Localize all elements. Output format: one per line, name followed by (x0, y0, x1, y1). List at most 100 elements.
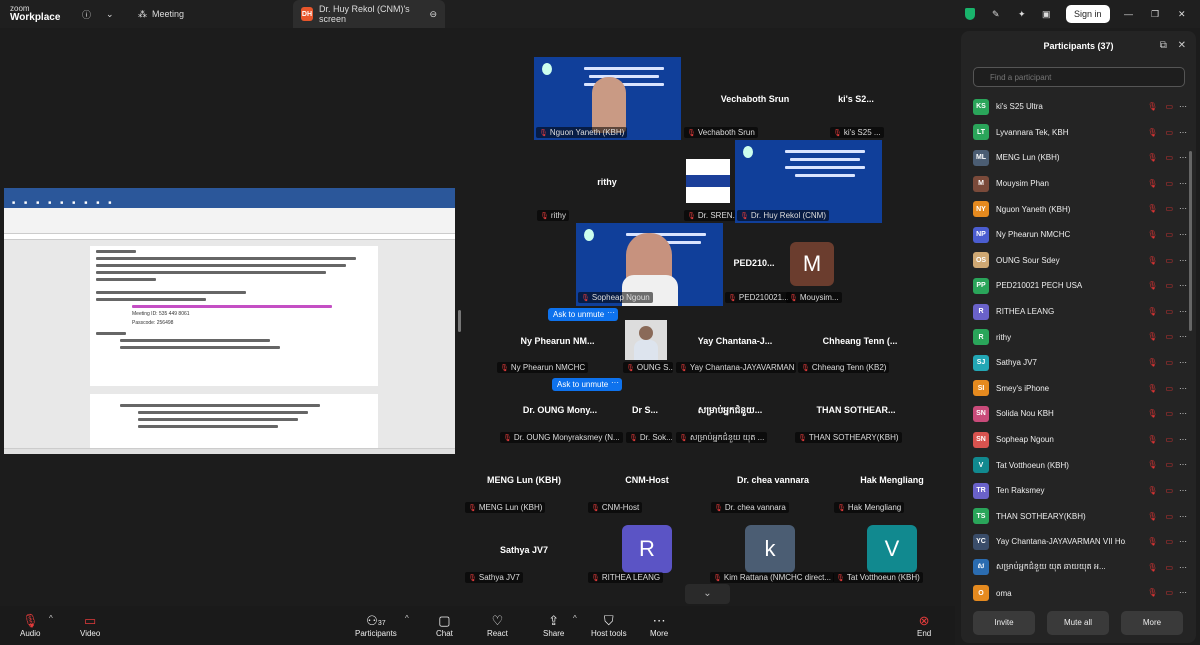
participant-row[interactable]: M Mouysim Phan 🎙 ▭ ⋯ (973, 171, 1187, 197)
participant-row[interactable]: SN Sopheap Ngoun 🎙 ▭ ⋯ (973, 427, 1187, 453)
ask-to-unmute-button[interactable]: Ask to unmute (548, 308, 610, 321)
participant-more-icon[interactable]: ⋯ (1179, 102, 1187, 111)
video-off-icon[interactable]: ▭ (1165, 460, 1173, 469)
muted-mic-icon[interactable]: 🎙 (1147, 153, 1157, 162)
tile-more-button[interactable]: ··· (608, 378, 622, 391)
muted-mic-icon[interactable]: 🎙 (1147, 102, 1157, 111)
ask-to-unmute-button[interactable]: Ask to unmute (552, 378, 614, 391)
annotate-icon[interactable]: ✎ (992, 0, 1000, 28)
muted-mic-icon[interactable]: 🎙 (1147, 563, 1157, 572)
video-button[interactable]: ▭ Video (80, 612, 100, 638)
video-off-icon[interactable]: ▭ (1165, 358, 1173, 367)
muted-mic-icon[interactable]: 🎙 (1147, 204, 1157, 213)
video-off-icon[interactable]: ▭ (1165, 153, 1173, 162)
video-off-icon[interactable]: ▭ (1165, 179, 1173, 188)
video-tile[interactable] (686, 159, 730, 203)
muted-mic-icon[interactable]: 🎙 (1147, 486, 1157, 495)
muted-mic-icon[interactable]: 🎙 (1147, 281, 1157, 290)
video-tile[interactable] (625, 320, 667, 360)
participant-more-icon[interactable]: ⋯ (1179, 256, 1187, 265)
video-off-icon[interactable]: ▭ (1165, 409, 1173, 418)
gallery-next-page-chevron-icon[interactable]: ⌄ (685, 584, 730, 604)
participant-more-icon[interactable]: ⋯ (1179, 460, 1187, 469)
muted-mic-icon[interactable]: 🎙 (1147, 588, 1157, 597)
info-icon[interactable]: ⓘ (82, 0, 91, 28)
layout-icon[interactable]: ▣ (1042, 0, 1051, 28)
more-button[interactable]: ⋯ More (650, 612, 668, 638)
participant-row[interactable]: SJ Sathya JV7 🎙 ▭ ⋯ (973, 350, 1187, 376)
muted-mic-icon[interactable]: 🎙 (1147, 537, 1157, 546)
participant-more-icon[interactable]: ⋯ (1179, 486, 1187, 495)
participant-avatar[interactable]: k (745, 525, 795, 573)
security-shield-icon[interactable] (965, 0, 975, 28)
chat-button[interactable]: ▢ Chat (436, 612, 453, 638)
video-off-icon[interactable]: ▭ (1165, 128, 1173, 137)
participant-row[interactable]: Ooma 🎙 ▭ ⋯ (973, 580, 1187, 606)
participant-more-icon[interactable]: ⋯ (1179, 179, 1187, 188)
video-off-icon[interactable]: ▭ (1165, 307, 1173, 316)
participant-more-icon[interactable]: ⋯ (1179, 307, 1187, 316)
video-off-icon[interactable]: ▭ (1165, 230, 1173, 239)
muted-mic-icon[interactable]: 🎙 (1147, 460, 1157, 469)
participant-more-icon[interactable]: ⋯ (1179, 435, 1187, 444)
muted-mic-icon[interactable]: 🎙 (1147, 435, 1157, 444)
participant-list-scrollbar[interactable] (1189, 151, 1192, 331)
video-off-icon[interactable]: ▭ (1165, 204, 1173, 213)
video-off-icon[interactable]: ▭ (1165, 256, 1173, 265)
react-button[interactable]: ♡ React (487, 612, 508, 638)
participant-more-icon[interactable]: ⋯ (1179, 128, 1187, 137)
audio-options-chevron-icon[interactable]: ^ (49, 614, 53, 623)
participant-avatar[interactable]: V (867, 525, 917, 573)
video-off-icon[interactable]: ▭ (1165, 435, 1173, 444)
participant-row[interactable]: KS ki's S25 Ultra 🎙 ▭ ⋯ (973, 94, 1187, 120)
participant-more-icon[interactable]: ⋯ (1179, 409, 1187, 418)
video-off-icon[interactable]: ▭ (1165, 486, 1173, 495)
participant-row[interactable]: SI Smey's iPhone 🎙 ▭ ⋯ (973, 376, 1187, 402)
participant-row[interactable]: PP PED210021 PECH USA 🎙 ▭ ⋯ (973, 273, 1187, 299)
end-button[interactable]: ⊗ End (917, 612, 931, 638)
tab-shared-screen[interactable]: DH Dr. Huy Rekol (CNM)'s screen ⊖ (293, 0, 445, 28)
muted-mic-icon[interactable]: 🎙 (1147, 179, 1157, 188)
muted-mic-icon[interactable]: 🎙 (1147, 307, 1157, 316)
share-options-chevron-icon[interactable]: ^ (573, 614, 577, 623)
muted-mic-icon[interactable]: 🎙 (1147, 384, 1157, 393)
muted-mic-icon[interactable]: 🎙 (1147, 230, 1157, 239)
participant-more-icon[interactable]: ⋯ (1179, 537, 1187, 546)
video-off-icon[interactable]: ▭ (1165, 102, 1173, 111)
participant-more-icon[interactable]: ⋯ (1179, 358, 1187, 367)
participant-more-icon[interactable]: ⋯ (1179, 332, 1187, 341)
popout-icon[interactable]: ⧉ (1160, 40, 1167, 51)
muted-mic-icon[interactable]: 🎙 (1147, 128, 1157, 137)
video-off-icon[interactable]: ▭ (1165, 281, 1173, 290)
participant-more-icon[interactable]: ⋯ (1179, 512, 1187, 521)
video-off-icon[interactable]: ▭ (1165, 384, 1173, 393)
participant-more-icon[interactable]: ⋯ (1179, 563, 1187, 572)
participant-avatar[interactable]: R (622, 525, 672, 573)
participant-row[interactable]: TS THAN SOTHEARY(KBH) 🎙 ▭ ⋯ (973, 504, 1187, 530)
video-off-icon[interactable]: ▭ (1165, 512, 1173, 521)
participant-row[interactable]: SN Solida Nou KBH 🎙 ▭ ⋯ (973, 401, 1187, 427)
mute-all-button[interactable]: Mute all (1047, 611, 1109, 635)
maximize-icon[interactable]: ❐ (1151, 0, 1159, 28)
participant-row[interactable]: R RITHEA LEANG 🎙 ▭ ⋯ (973, 299, 1187, 325)
participants-more-button[interactable]: More (1121, 611, 1183, 635)
participant-row[interactable]: OS OUNG Sour Sdey 🎙 ▭ ⋯ (973, 248, 1187, 274)
ai-sparkle-icon[interactable]: ✦ (1018, 0, 1026, 28)
video-off-icon[interactable]: ▭ (1165, 537, 1173, 546)
participant-search-input[interactable] (973, 67, 1185, 87)
share-button[interactable]: ⇪ Share (543, 612, 564, 638)
participant-row[interactable]: NP Ny Phearun NMCHC 🎙 ▭ ⋯ (973, 222, 1187, 248)
muted-mic-icon[interactable]: 🎙 (1147, 409, 1157, 418)
participant-row[interactable]: Rrithy 🎙 ▭ ⋯ (973, 324, 1187, 350)
participant-row[interactable]: ML MENG Lun (KBH) 🎙 ▭ ⋯ (973, 145, 1187, 171)
participants-options-chevron-icon[interactable]: ^ (405, 614, 409, 623)
muted-mic-icon[interactable]: 🎙 (1147, 332, 1157, 341)
video-off-icon[interactable]: ▭ (1165, 563, 1173, 572)
participants-button[interactable]: ⚇37 Participants (355, 612, 397, 638)
participant-more-icon[interactable]: ⋯ (1179, 153, 1187, 162)
split-handle[interactable] (458, 310, 461, 332)
sign-in-button[interactable]: Sign in (1066, 0, 1110, 28)
tile-more-button[interactable]: ··· (604, 308, 618, 321)
shared-screen[interactable]: ■ ■ ■ ■ ■ ■ ■ ■ ■ Meeting ID: 535 449 8061 Passc… (4, 188, 455, 454)
participant-more-icon[interactable]: ⋯ (1179, 384, 1187, 393)
